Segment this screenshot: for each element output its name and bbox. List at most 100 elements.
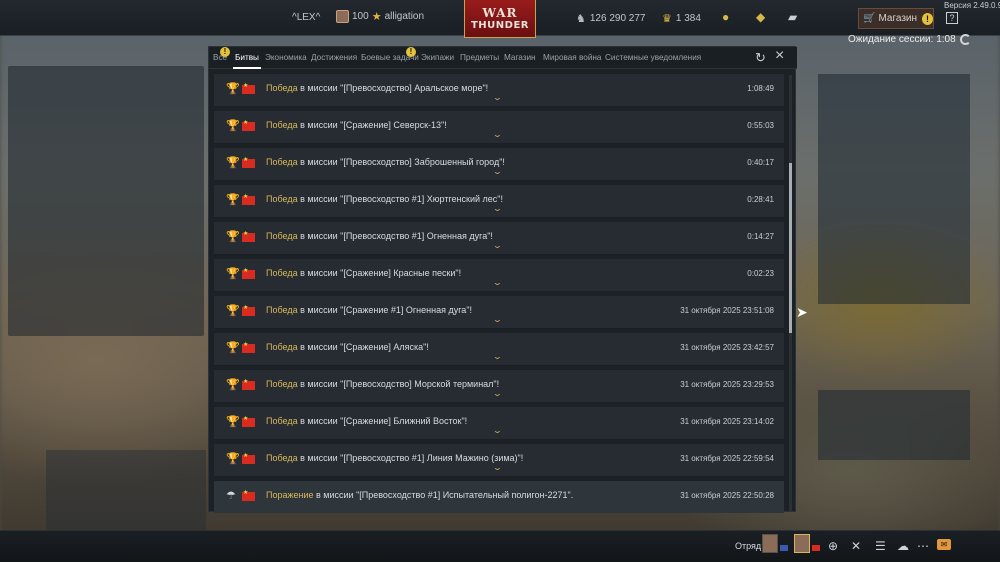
notification-text: Победа в миссии "[Превосходство] Морской… [266,379,499,389]
tab-label: Экономика [265,53,307,62]
scrollbar[interactable] [789,75,792,511]
chevron-down-icon[interactable]: ⌄ [492,93,503,102]
list-icon[interactable]: ☰ [875,539,886,553]
silver-lions-icon: ♞ [576,13,586,25]
mission-text: в миссии "[Сражение] Северск-13"! [297,120,447,130]
chevron-down-icon[interactable]: ⌄ [492,241,503,250]
shop-button[interactable]: 🛒 Магазин ! [858,8,934,29]
tab-all[interactable]: Все! [213,47,230,62]
battle-result: Победа [266,268,298,278]
shop-label: Магазин [878,13,918,24]
chevron-down-icon[interactable]: ⌄ [492,426,503,435]
chevron-down-icon[interactable]: ⌄ [492,352,503,361]
notification-time: 0:55:03 [747,121,774,130]
trophy-icon: 🏆 [226,379,240,391]
tab-system-notifications[interactable]: Системные уведомления [605,53,701,62]
tab-shop[interactable]: Магазин [504,53,536,62]
tab-items[interactable]: Предметы [460,53,499,62]
silver-lions-value: 126 290 277 [589,13,646,24]
notification-row[interactable]: 🏆 Победа в миссии "[Превосходство] Аральс… [214,74,784,107]
squad-member-avatar[interactable] [762,534,778,553]
profile-button[interactable]: 100 ★ alligation [336,10,424,23]
china-flag-icon [242,415,255,427]
player-nickname[interactable]: ^LEX^ [292,12,320,23]
notification-time: 31 октября 2025 23:29:53 [680,380,774,389]
mission-text: в миссии "[Сражение] Аляска"! [297,342,429,352]
war-thunder-logo[interactable]: WAR THUNDER [464,0,536,38]
notification-row[interactable]: 🏆 Победа в миссии "[Превосходство #1] Огн… [214,222,784,255]
battle-result: Победа [266,120,298,130]
notification-list: 🏆 Победа в миссии "[Превосходство] Аральс… [214,74,786,513]
chevron-down-icon[interactable]: ⌄ [492,278,503,287]
active-tab-indicator [233,67,261,69]
notification-row[interactable]: ☂ Поражение в миссии "[Превосходство #1] … [214,481,784,513]
warning-badge: ! [406,47,416,57]
notification-time: 31 октября 2025 23:42:57 [680,343,774,352]
mission-text: в миссии "[Превосходство] Аральское море… [297,83,489,93]
tab-crews[interactable]: Экипажи [421,53,454,62]
chat-icon[interactable]: ⋯ [917,539,929,553]
battle-result: Поражение [266,490,314,500]
trophy-icon: 🏆 [226,453,240,465]
notification-time: 31 октября 2025 22:50:28 [680,491,774,500]
events-panel-bg [818,74,970,304]
mission-text: в миссии "[Превосходство] Заброшенный го… [297,157,505,167]
chevron-down-icon[interactable]: ⌄ [492,204,503,213]
china-flag-icon [242,341,255,353]
scrollbar-thumb[interactable] [789,163,792,333]
notification-row[interactable]: 🏆 Победа в миссии "[Сражение] Северск-13"… [214,111,784,144]
notification-time: 31 октября 2025 23:14:02 [680,417,774,426]
top-bar: ^LEX^ 100 ★ alligation WAR THUNDER ♞ 126… [0,0,1000,38]
china-flag-icon [242,82,255,94]
spinner-icon [959,34,971,45]
mission-text: в миссии "[Превосходство #1] Испытательн… [313,490,574,500]
tab-label: Мировая война [543,53,602,62]
battle-result: Победа [266,231,298,241]
notification-text: Победа в миссии "[Сражение] Аляска"! [266,342,429,352]
notification-text: Победа в миссии "[Превосходство] Заброше… [266,157,505,167]
warning-badge: ! [220,47,230,57]
chevron-down-icon[interactable]: ⌄ [492,463,503,472]
mail-icon[interactable]: ✉ [937,539,951,550]
squad-invite-icon[interactable]: ⊕ [828,539,838,553]
refresh-icon[interactable]: ↻ [755,50,766,66]
notification-text: Победа в миссии "[Сражение #1] Огненная … [266,305,472,315]
help-button[interactable]: ? [946,12,958,24]
tab-economy[interactable]: Экономика [265,53,307,62]
notification-row[interactable]: 🏆 Победа в миссии "[Превосходство] Заброш… [214,148,784,181]
notification-row[interactable]: 🏆 Победа в миссии "[Превосходство #1] Хюр… [214,185,784,218]
friends-icon[interactable]: ☁ [897,539,909,553]
chevron-down-icon[interactable]: ⌄ [492,167,503,176]
mouse-cursor-icon: ➤ [796,304,808,320]
lightbulb-icon[interactable]: ● [722,10,729,24]
chevron-down-icon[interactable]: ⌄ [492,389,503,398]
golden-eagles-balance[interactable]: ♛ 1 384 [662,12,701,25]
vehicle-info-panel-bg [8,66,204,336]
vehicle-card-bg [46,450,206,530]
chevron-down-icon[interactable]: ⌄ [492,130,503,139]
notification-row[interactable]: 🏆 Победа в миссии "[Сражение] Красные пес… [214,259,784,292]
tab-world-war[interactable]: Мировая война [543,53,601,62]
notification-row[interactable]: 🏆 Победа в миссии "[Превосходство #1] Лин… [214,444,784,477]
notification-row[interactable]: 🏆 Победа в миссии "[Превосходство] Морско… [214,370,784,403]
silver-lions-balance[interactable]: ♞ 126 290 277 [576,12,646,25]
logo-line2: THUNDER [470,19,529,31]
china-flag-icon [242,230,255,242]
squad-leader-avatar[interactable] [794,534,810,553]
tab-achievements[interactable]: Достижения [311,53,357,62]
close-squad-icon[interactable]: ✕ [851,539,861,553]
tab-battles[interactable]: Битвы [235,53,259,62]
mission-text: в миссии "[Сражение] Ближний Восток"! [297,416,468,426]
notification-text: Победа в миссии "[Превосходство #1] Лини… [266,453,523,463]
notifications-window: Все! Битвы Экономика Достижения Боевые з… [208,46,797,513]
notification-row[interactable]: 🏆 Победа в миссии "[Сражение #1] Огненная… [214,296,784,329]
notification-row[interactable]: 🏆 Победа в миссии "[Сражение] Аляска"! 31 … [214,333,784,366]
coupon-icon[interactable]: ▰ [788,10,797,24]
premium-icon[interactable]: ◆ [756,10,765,24]
notification-row[interactable]: 🏆 Победа в миссии "[Сражение] Ближний Вос… [214,407,784,440]
chevron-down-icon[interactable]: ⌄ [492,315,503,324]
session-wait-status: Ожидание сессии: 1:08 [848,34,971,45]
close-icon[interactable]: × [775,47,784,65]
avatar [336,10,349,23]
tab-battle-tasks[interactable]: Боевые задачи! [361,47,419,62]
